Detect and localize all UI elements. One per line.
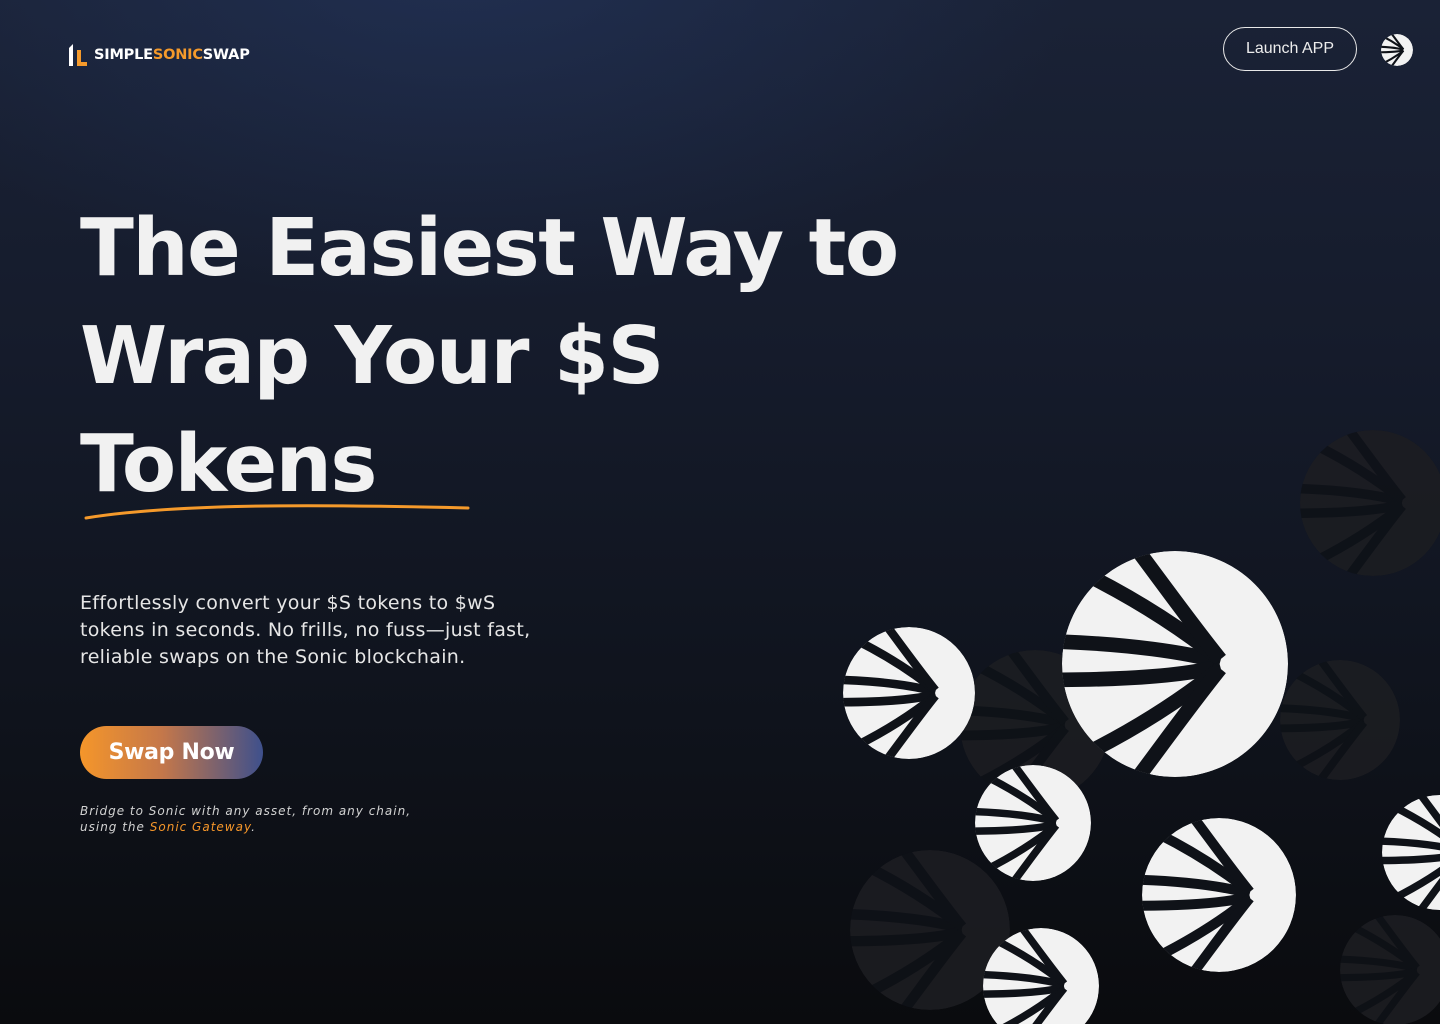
brand-name-part-1: SIMPLE [94,47,153,63]
launch-app-button[interactable]: Launch APP [1223,27,1357,71]
logo-mark-icon [69,44,87,66]
brand-name-part-3: SWAP [202,47,250,63]
swap-now-button[interactable]: Swap Now [80,726,263,779]
hero-headline: The Easiest Way to Wrap Your $S Tokens [80,194,899,518]
sonic-gateway-link[interactable]: Sonic Gateway [150,820,251,834]
headline-underline [84,504,470,520]
bridge-note: Bridge to Sonic with any asset, from any… [80,803,411,835]
bridge-note-prefix: using the [80,820,150,834]
bridge-note-line-1: Bridge to Sonic with any asset, from any… [80,804,412,818]
hero-description-line-1: Effortlessly convert your $S tokens to $… [80,592,496,614]
hero-description: Effortlessly convert your $S tokens to $… [80,590,600,671]
hero-description-line-2: tokens in seconds. No frills, no fuss—ju… [80,619,531,641]
brand-name-part-2: SONIC [152,47,203,63]
brand-logo[interactable]: SIMPLE SONIC SWAP [66,42,250,68]
bridge-note-line-2: using the Sonic Gateway. [80,819,411,835]
bridge-note-suffix: . [251,820,256,834]
hero-headline-line-2: Wrap Your $S [80,310,664,402]
hero-description-line-3: reliable swaps on the Sonic blockchain. [80,646,466,668]
sonic-logo-icon[interactable] [1381,34,1413,66]
hero-headline-line-1: The Easiest Way to [80,202,899,294]
brand-name: SIMPLE SONIC SWAP [94,47,250,63]
